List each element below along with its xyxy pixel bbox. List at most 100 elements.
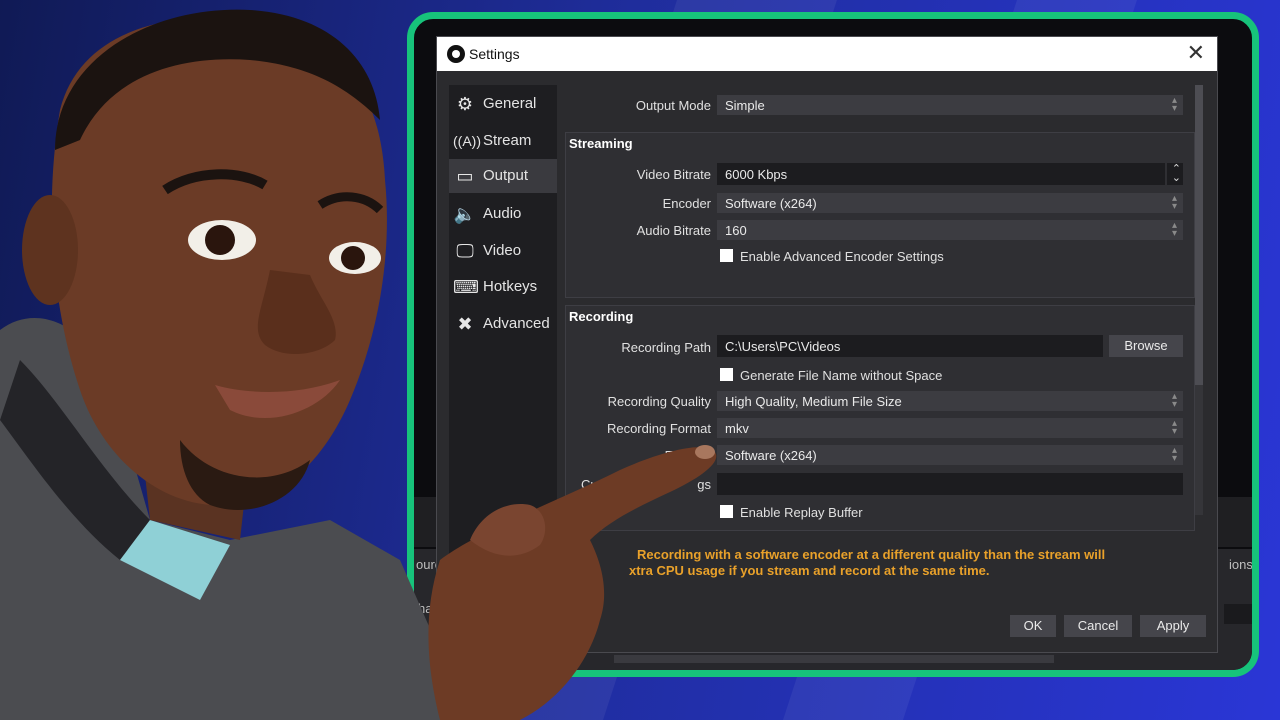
- custom-muxer-label-end: gs: [697, 477, 711, 492]
- keyboard-icon: ⌨: [453, 277, 479, 297]
- output-mode-select[interactable]: Simple ▴ ▾: [717, 95, 1183, 115]
- obs-snippet: hav: [418, 601, 439, 616]
- audio-bitrate-select[interactable]: 160 ▴ ▾: [717, 220, 1183, 240]
- stream-encoder-select[interactable]: Software (x264) ▴ ▾: [717, 193, 1183, 213]
- updown-arrow-icon: ▴ ▾: [1171, 95, 1177, 114]
- sidebar-item-label: Stream: [483, 132, 532, 149]
- sidebar-item-label: Output: [483, 167, 529, 184]
- settings-dialog: Settings ✕ ⚙ General ((A)) Stream ▭ Outp…: [437, 37, 1217, 652]
- replay-buffer-checkbox[interactable]: [720, 505, 733, 518]
- updown-arrow-icon: ▴ ▾: [1171, 220, 1177, 239]
- audio-bitrate-label: Audio Bitrate: [636, 223, 711, 238]
- eyebrow: [317, 192, 384, 214]
- cancel-button[interactable]: Cancel: [1064, 615, 1132, 637]
- iris: [205, 225, 235, 255]
- no-space-checkbox[interactable]: [720, 368, 733, 381]
- sidebar-item-hotkeys[interactable]: ⌨ Hotkeys: [449, 270, 557, 304]
- shirt: [120, 520, 230, 600]
- settings-sidebar: ⚙ General ((A)) Stream ▭ Output 🔈 Audio …: [449, 85, 557, 565]
- obs-logo-icon: [447, 45, 465, 63]
- close-icon[interactable]: ✕: [1187, 42, 1205, 64]
- settings-scrollbar[interactable]: [1195, 85, 1203, 515]
- streaming-group: [565, 132, 1195, 298]
- browse-button[interactable]: Browse: [1109, 335, 1183, 357]
- recording-path-label: Recording Path: [621, 340, 711, 355]
- ok-button[interactable]: OK: [1010, 615, 1056, 637]
- video-bitrate-input[interactable]: 6000 Kbps: [717, 163, 1165, 185]
- obs-tab-transitions: ions: [1229, 557, 1253, 572]
- output-mode-value: Simple: [725, 98, 765, 113]
- replay-buffer-checkbox-label: Enable Replay Buffer: [740, 505, 863, 520]
- obs-audio-meter: [614, 655, 1054, 663]
- output-mode-label: Output Mode: [635, 98, 711, 113]
- updown-arrow-icon: ▴ ▾: [1171, 418, 1177, 437]
- sidebar-item-output[interactable]: ▭ Output: [449, 159, 557, 193]
- sidebar-item-advanced[interactable]: ✖ Advanced: [449, 307, 557, 341]
- antenna-icon: ((A)): [453, 133, 481, 149]
- custom-muxer-input[interactable]: [717, 473, 1183, 495]
- output-monitor-icon: ▭: [456, 166, 474, 186]
- recording-path-value: C:\Users\PC\Videos: [725, 339, 841, 354]
- custom-muxer-label: Custom Mu: [581, 477, 648, 492]
- hoodie: [0, 318, 470, 720]
- monitor-icon: 🖵: [456, 241, 474, 261]
- eyebrow: [162, 169, 268, 195]
- sidebar-item-label: Audio: [483, 205, 522, 222]
- sidebar-item-video[interactable]: 🖵 Video: [449, 234, 557, 268]
- gear-icon: ⚙: [456, 94, 474, 114]
- recording-quality-label: Recording Quality: [607, 394, 711, 409]
- recording-path-input[interactable]: C:\Users\PC\Videos: [717, 335, 1103, 357]
- advanced-encoder-checkbox[interactable]: [720, 249, 733, 262]
- audio-bitrate-value: 160: [725, 223, 747, 238]
- warning-line-1: Recording with a software encoder at a d…: [637, 547, 1106, 562]
- video-bitrate-value: 6000 Kbps: [725, 167, 788, 182]
- recording-format-select[interactable]: mkv ▴ ▾: [717, 418, 1183, 438]
- video-bitrate-spinner[interactable]: ⌃ ⌄: [1167, 163, 1183, 185]
- updown-arrow-icon: ▴ ▾: [1171, 445, 1177, 464]
- updown-arrow-icon: ▴ ▾: [1171, 193, 1177, 212]
- obs-snippet: + |: [418, 620, 433, 635]
- obs-list-area: [1224, 604, 1252, 624]
- eye: [188, 220, 256, 260]
- speaker-icon: 🔈: [453, 204, 477, 224]
- tools-icon: ✖: [457, 314, 473, 334]
- neck: [140, 430, 250, 540]
- recording-encoder-label: Enc: [664, 448, 687, 463]
- sidebar-item-label: Video: [483, 242, 522, 259]
- recording-format-label: Recording Format: [606, 421, 711, 436]
- sidebar-item-audio[interactable]: 🔈 Audio: [449, 197, 557, 231]
- streaming-group-title: Streaming: [569, 136, 633, 151]
- updown-arrow-icon: ▴ ▾: [1171, 391, 1177, 410]
- eye: [329, 242, 381, 274]
- sidebar-item-stream[interactable]: ((A)) Stream: [449, 124, 557, 158]
- recording-group-title: Recording: [569, 309, 634, 324]
- scrollbar-thumb[interactable]: [1195, 85, 1203, 385]
- apply-button[interactable]: Apply: [1140, 615, 1206, 637]
- nose: [257, 270, 336, 355]
- iris: [341, 246, 365, 270]
- no-space-checkbox-label: Generate File Name without Space: [740, 368, 943, 383]
- sidebar-item-label: Advanced: [483, 315, 550, 332]
- sidebar-item-label: Hotkeys: [483, 278, 538, 295]
- warning-line-2: xtra CPU usage if you stream and record …: [629, 563, 990, 578]
- stream-encoder-value: Software (x264): [725, 196, 817, 211]
- title-bar: Settings ✕: [437, 37, 1217, 71]
- beard: [180, 440, 310, 510]
- advanced-encoder-checkbox-label: Enable Advanced Encoder Settings: [740, 249, 944, 264]
- sidebar-item-general[interactable]: ⚙ General: [449, 87, 557, 121]
- mouth: [215, 380, 340, 419]
- recording-quality-select[interactable]: High Quality, Medium File Size ▴ ▾: [717, 391, 1183, 411]
- sidebar-item-label: General: [483, 95, 537, 112]
- recording-encoder-value: Software (x264): [725, 448, 817, 463]
- recording-encoder-select[interactable]: Software (x264) ▴ ▾: [717, 445, 1183, 465]
- ear: [22, 195, 78, 305]
- recording-quality-value: High Quality, Medium File Size: [725, 394, 902, 409]
- video-bitrate-label: Video Bitrate: [636, 167, 711, 182]
- face: [51, 17, 387, 506]
- stream-encoder-label: Encoder: [662, 196, 711, 211]
- hair: [55, 9, 380, 150]
- window-title: Settings: [469, 46, 520, 62]
- recording-format-value: mkv: [725, 421, 749, 436]
- obs-snippet: k: [418, 639, 425, 654]
- hoodie-collar: [0, 360, 150, 560]
